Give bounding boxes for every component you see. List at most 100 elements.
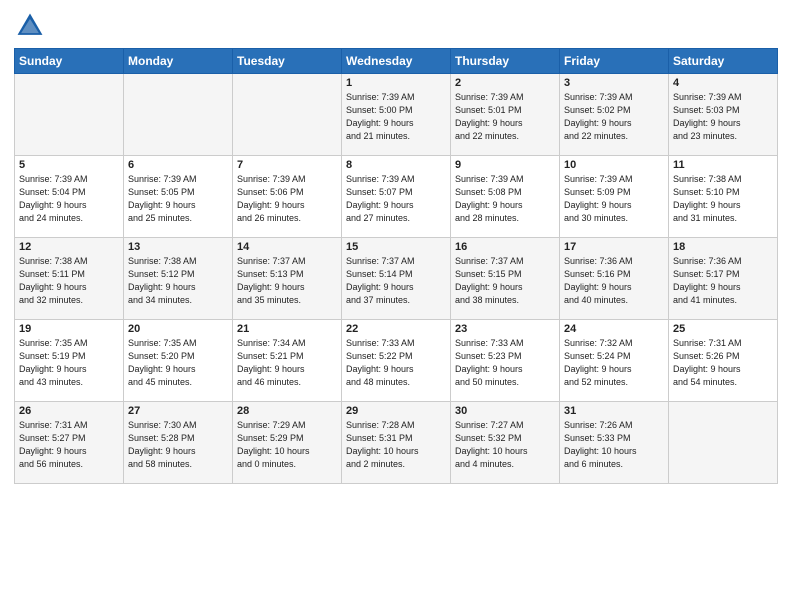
day-number: 30 [455,405,555,417]
day-number: 10 [564,159,664,171]
day-cell: 25 Sunrise: 7:31 AM Sunset: 5:26 PM Dayli… [669,320,778,402]
day-cell [15,74,124,156]
day-number: 29 [346,405,446,417]
day-info: Sunrise: 7:33 AM Sunset: 5:22 PM Dayligh… [346,337,446,389]
day-cell: 13Sunrise: 7:38 AM Sunset: 5:12 PM Dayli… [124,238,233,320]
day-cell: 7 Sunrise: 7:39 AM Sunset: 5:06 PM Daylig… [233,156,342,238]
day-info: Sunrise: 7:37 AM Sunset: 5:13 PM Dayligh… [237,255,337,307]
day-number: 17 [564,241,664,253]
day-number: 14 [237,241,337,253]
day-number: 26 [19,405,119,417]
weekday-friday: Friday [560,49,669,74]
day-info: Sunrise: 7:28 AM Sunset: 5:31 PM Dayligh… [346,419,446,471]
day-cell: 10Sunrise: 7:39 AM Sunset: 5:09 PM Dayli… [560,156,669,238]
day-cell: 26 Sunrise: 7:31 AM Sunset: 5:27 PM Dayli… [15,402,124,484]
day-info: Sunrise: 7:35 AM Sunset: 5:20 PM Dayligh… [128,337,228,389]
day-info: Sunrise: 7:36 AM Sunset: 5:17 PM Dayligh… [673,255,773,307]
calendar-table: SundayMondayTuesdayWednesdayThursdayFrid… [14,48,778,484]
day-number: 25 [673,323,773,335]
day-info: Sunrise: 7:39 AM Sunset: 5:04 PM Dayligh… [19,173,119,225]
day-number: 31 [564,405,664,417]
day-cell: 4 Sunrise: 7:39 AM Sunset: 5:03 PM Daylig… [669,74,778,156]
day-cell: 2 Sunrise: 7:39 AM Sunset: 5:01 PM Daylig… [451,74,560,156]
day-cell [124,74,233,156]
day-cell: 15 Sunrise: 7:37 AM Sunset: 5:14 PM Dayli… [342,238,451,320]
day-info: Sunrise: 7:34 AM Sunset: 5:21 PM Dayligh… [237,337,337,389]
weekday-header-row: SundayMondayTuesdayWednesdayThursdayFrid… [15,49,778,74]
day-number: 16 [455,241,555,253]
day-cell: 16 Sunrise: 7:37 AM Sunset: 5:15 PM Dayli… [451,238,560,320]
day-info: Sunrise: 7:37 AM Sunset: 5:15 PM Dayligh… [455,255,555,307]
logo-icon [14,10,46,42]
logo [14,10,50,42]
day-number: 7 [237,159,337,171]
day-number: 27 [128,405,228,417]
day-number: 13 [128,241,228,253]
day-info: Sunrise: 7:31 AM Sunset: 5:27 PM Dayligh… [19,419,119,471]
week-row-2: 5Sunrise: 7:39 AM Sunset: 5:04 PM Daylig… [15,156,778,238]
day-info: Sunrise: 7:30 AM Sunset: 5:28 PM Dayligh… [128,419,228,471]
day-cell: 31 Sunrise: 7:26 AM Sunset: 5:33 PM Dayli… [560,402,669,484]
day-number: 22 [346,323,446,335]
day-number: 2 [455,77,555,89]
day-info: Sunrise: 7:39 AM Sunset: 5:02 PM Dayligh… [564,91,664,143]
day-number: 11 [673,159,773,171]
day-info: Sunrise: 7:39 AM Sunset: 5:07 PM Dayligh… [346,173,446,225]
day-info: Sunrise: 7:35 AM Sunset: 5:19 PM Dayligh… [19,337,119,389]
day-cell: 20Sunrise: 7:35 AM Sunset: 5:20 PM Dayli… [124,320,233,402]
day-number: 24 [564,323,664,335]
day-cell: 6Sunrise: 7:39 AM Sunset: 5:05 PM Daylig… [124,156,233,238]
day-cell: 5Sunrise: 7:39 AM Sunset: 5:04 PM Daylig… [15,156,124,238]
day-number: 4 [673,77,773,89]
day-info: Sunrise: 7:38 AM Sunset: 5:10 PM Dayligh… [673,173,773,225]
day-cell: 14 Sunrise: 7:37 AM Sunset: 5:13 PM Dayli… [233,238,342,320]
day-cell: 28 Sunrise: 7:29 AM Sunset: 5:29 PM Dayli… [233,402,342,484]
day-cell: 17Sunrise: 7:36 AM Sunset: 5:16 PM Dayli… [560,238,669,320]
day-number: 15 [346,241,446,253]
header [14,10,778,42]
day-number: 18 [673,241,773,253]
day-cell [669,402,778,484]
day-cell: 19 Sunrise: 7:35 AM Sunset: 5:19 PM Dayli… [15,320,124,402]
day-cell: 11 Sunrise: 7:38 AM Sunset: 5:10 PM Dayli… [669,156,778,238]
day-cell: 22 Sunrise: 7:33 AM Sunset: 5:22 PM Dayli… [342,320,451,402]
day-number: 19 [19,323,119,335]
weekday-wednesday: Wednesday [342,49,451,74]
week-row-4: 19 Sunrise: 7:35 AM Sunset: 5:19 PM Dayli… [15,320,778,402]
day-number: 1 [346,77,446,89]
day-info: Sunrise: 7:39 AM Sunset: 5:00 PM Dayligh… [346,91,446,143]
day-info: Sunrise: 7:26 AM Sunset: 5:33 PM Dayligh… [564,419,664,471]
day-number: 8 [346,159,446,171]
week-row-5: 26 Sunrise: 7:31 AM Sunset: 5:27 PM Dayli… [15,402,778,484]
weekday-tuesday: Tuesday [233,49,342,74]
day-cell: 9Sunrise: 7:39 AM Sunset: 5:08 PM Daylig… [451,156,560,238]
day-cell: 27 Sunrise: 7:30 AM Sunset: 5:28 PM Dayli… [124,402,233,484]
day-cell: 29 Sunrise: 7:28 AM Sunset: 5:31 PM Dayli… [342,402,451,484]
day-number: 28 [237,405,337,417]
week-row-3: 12 Sunrise: 7:38 AM Sunset: 5:11 PM Dayli… [15,238,778,320]
weekday-monday: Monday [124,49,233,74]
day-cell: 24 Sunrise: 7:32 AM Sunset: 5:24 PM Dayli… [560,320,669,402]
page: SundayMondayTuesdayWednesdayThursdayFrid… [0,0,792,612]
day-info: Sunrise: 7:32 AM Sunset: 5:24 PM Dayligh… [564,337,664,389]
day-info: Sunrise: 7:39 AM Sunset: 5:01 PM Dayligh… [455,91,555,143]
day-number: 3 [564,77,664,89]
day-number: 12 [19,241,119,253]
day-info: Sunrise: 7:38 AM Sunset: 5:11 PM Dayligh… [19,255,119,307]
day-cell: 3 Sunrise: 7:39 AM Sunset: 5:02 PM Daylig… [560,74,669,156]
day-info: Sunrise: 7:29 AM Sunset: 5:29 PM Dayligh… [237,419,337,471]
day-cell: 23Sunrise: 7:33 AM Sunset: 5:23 PM Dayli… [451,320,560,402]
day-number: 21 [237,323,337,335]
day-cell [233,74,342,156]
day-cell: 1 Sunrise: 7:39 AM Sunset: 5:00 PM Daylig… [342,74,451,156]
weekday-sunday: Sunday [15,49,124,74]
weekday-thursday: Thursday [451,49,560,74]
weekday-saturday: Saturday [669,49,778,74]
day-cell: 8 Sunrise: 7:39 AM Sunset: 5:07 PM Daylig… [342,156,451,238]
day-info: Sunrise: 7:37 AM Sunset: 5:14 PM Dayligh… [346,255,446,307]
day-info: Sunrise: 7:39 AM Sunset: 5:06 PM Dayligh… [237,173,337,225]
day-number: 23 [455,323,555,335]
day-info: Sunrise: 7:39 AM Sunset: 5:03 PM Dayligh… [673,91,773,143]
day-cell: 21 Sunrise: 7:34 AM Sunset: 5:21 PM Dayli… [233,320,342,402]
day-info: Sunrise: 7:31 AM Sunset: 5:26 PM Dayligh… [673,337,773,389]
